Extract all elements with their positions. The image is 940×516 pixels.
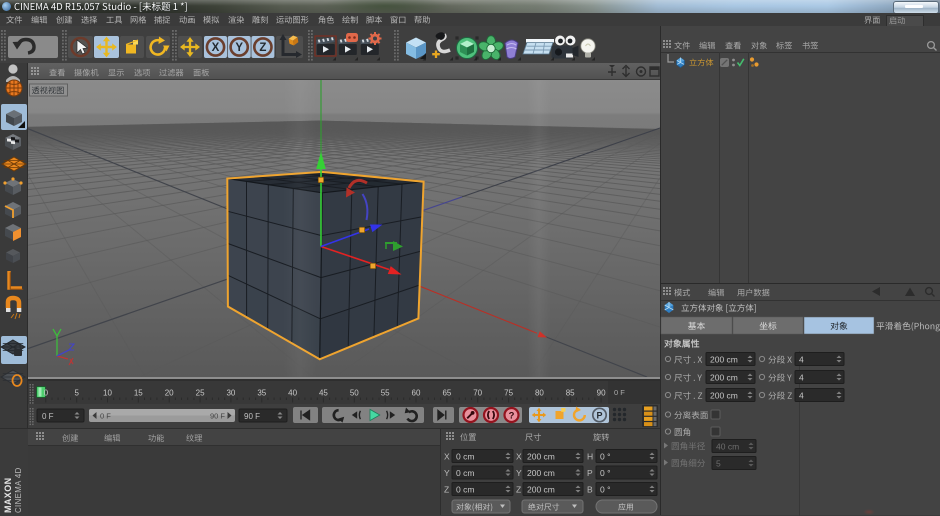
svg-text:0 °: 0 ° (600, 485, 611, 495)
svg-text:200 cm: 200 cm (527, 452, 555, 462)
svg-text:0 F: 0 F (614, 388, 625, 397)
svg-text:200 cm: 200 cm (527, 485, 555, 495)
svg-text:200 cm: 200 cm (710, 391, 738, 401)
svg-text:90 F: 90 F (210, 412, 225, 421)
svg-text:40: 40 (288, 389, 297, 398)
svg-text:90: 90 (597, 389, 606, 398)
svg-text:P: P (596, 410, 602, 420)
svg-text:40 cm: 40 cm (716, 442, 739, 452)
svg-text:Y: Y (235, 42, 243, 54)
svg-text:Y: Y (516, 468, 522, 478)
svg-text:70: 70 (473, 389, 482, 398)
svg-text:4: 4 (799, 355, 804, 365)
svg-text:50: 50 (350, 389, 359, 398)
svg-text:20: 20 (165, 389, 174, 398)
svg-text:P: P (587, 468, 593, 478)
svg-text:?: ? (509, 410, 515, 421)
svg-text:60: 60 (412, 389, 421, 398)
svg-text:Z: Z (516, 485, 521, 495)
svg-text:Z: Z (259, 42, 266, 54)
svg-text:0 °: 0 ° (600, 452, 611, 462)
svg-text:0 F: 0 F (42, 412, 54, 421)
svg-text:0: 0 (44, 389, 49, 398)
svg-text:200 cm: 200 cm (710, 373, 738, 383)
svg-text:35: 35 (257, 389, 266, 398)
svg-text:4: 4 (799, 373, 804, 383)
svg-text:5: 5 (74, 389, 79, 398)
svg-text:0 cm: 0 cm (456, 468, 474, 478)
svg-text:80: 80 (535, 389, 544, 398)
svg-text:B: B (587, 485, 593, 495)
svg-text:5: 5 (716, 459, 721, 469)
svg-text:Z: Z (444, 485, 449, 495)
svg-text:200 cm: 200 cm (710, 355, 738, 365)
svg-text:X: X (444, 452, 450, 462)
svg-text:65: 65 (442, 389, 451, 398)
svg-text:200 cm: 200 cm (527, 468, 555, 478)
svg-text:0 cm: 0 cm (456, 452, 474, 462)
svg-text:30: 30 (226, 389, 235, 398)
svg-text:X: X (516, 452, 522, 462)
svg-text:H: H (587, 452, 593, 462)
svg-text:90 F: 90 F (244, 412, 260, 421)
svg-text:55: 55 (381, 389, 390, 398)
svg-text:Y: Y (444, 468, 450, 478)
svg-text:75: 75 (504, 389, 513, 398)
svg-text:0 °: 0 ° (600, 468, 611, 478)
svg-text:25: 25 (196, 389, 205, 398)
svg-text:45: 45 (319, 389, 328, 398)
svg-text:0 cm: 0 cm (456, 485, 474, 495)
svg-text:15: 15 (134, 389, 143, 398)
svg-text:10: 10 (103, 389, 112, 398)
svg-text:0 F: 0 F (100, 412, 111, 421)
svg-text:85: 85 (566, 389, 575, 398)
svg-text:4: 4 (799, 391, 804, 401)
svg-text:X: X (212, 42, 220, 54)
